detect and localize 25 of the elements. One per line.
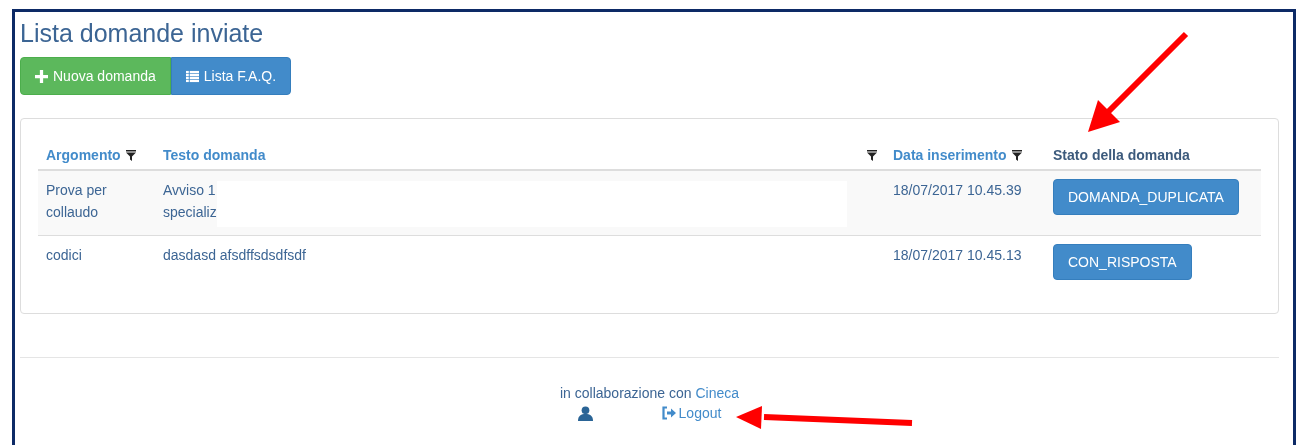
column-header-link[interactable]: Testo domanda [163, 147, 266, 163]
page-title: Lista domande inviate [20, 18, 265, 48]
new-question-button[interactable]: Nuova domanda [20, 57, 171, 95]
table-cell: Prova per collaudo [46, 182, 107, 220]
logout-icon [660, 406, 677, 420]
list-icon [185, 69, 199, 83]
column-header-link[interactable]: Data inserimento [893, 147, 1007, 163]
table-cell: 18/07/2017 10.45.39 [893, 182, 1022, 198]
column-header: Stato della domanda [1053, 147, 1190, 163]
filter-icon[interactable] [125, 149, 136, 161]
faq-list-button[interactable]: Lista F.A.Q. [170, 57, 292, 95]
filter-icon[interactable] [867, 149, 877, 161]
status-button[interactable]: DOMANDA_DUPLICATA [1053, 179, 1239, 215]
plus-icon [35, 69, 48, 83]
footer-text: in collaborazione con [560, 385, 692, 401]
cineca-link[interactable]: Cineca [695, 385, 739, 401]
user-icon [577, 405, 593, 421]
filter-icon[interactable] [1011, 149, 1022, 161]
table-cell-text: Avviso 1 specializ [163, 181, 217, 222]
status-button[interactable]: CON_RISPOSTA [1053, 244, 1192, 280]
logout-link[interactable]: Logout [660, 405, 722, 421]
table-cell: 18/07/2017 10.45.13 [893, 247, 1022, 263]
table-cell: codici [46, 247, 82, 263]
table-cell-text: dasdasd afsdffsdsdfsdf [163, 246, 306, 265]
column-header-link[interactable]: Argomento [46, 147, 121, 163]
